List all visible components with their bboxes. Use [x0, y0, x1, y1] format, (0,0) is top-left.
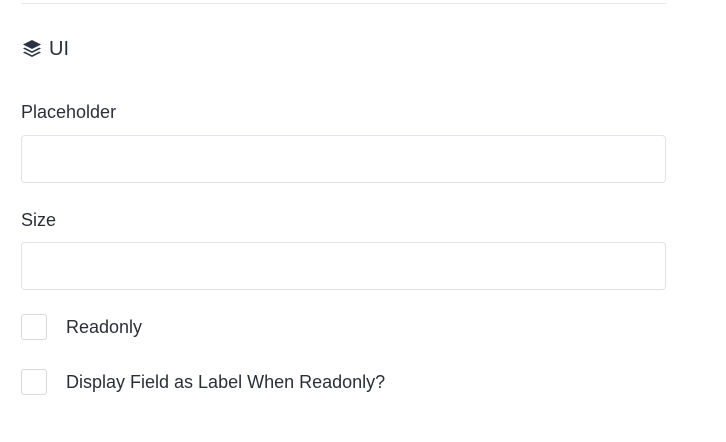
size-input[interactable]	[21, 242, 666, 290]
placeholder-label: Placeholder	[21, 102, 117, 122]
section-title: UI	[49, 38, 69, 60]
top-divider	[21, 3, 666, 4]
display-as-label-option[interactable]: Display Field as Label When Readonly?	[21, 369, 385, 395]
section-header: UI	[21, 37, 69, 61]
readonly-option[interactable]: Readonly	[21, 314, 142, 340]
readonly-label: Readonly	[66, 317, 143, 337]
size-label: Size	[21, 210, 57, 230]
ui-settings-panel: UI Placeholder Size Readonly Display Fie…	[0, 0, 726, 442]
placeholder-input[interactable]	[21, 135, 666, 183]
readonly-checkbox[interactable]	[21, 314, 47, 340]
layers-icon	[21, 38, 43, 60]
display-as-label-label: Display Field as Label When Readonly?	[66, 372, 386, 392]
display-as-label-checkbox[interactable]	[21, 369, 47, 395]
